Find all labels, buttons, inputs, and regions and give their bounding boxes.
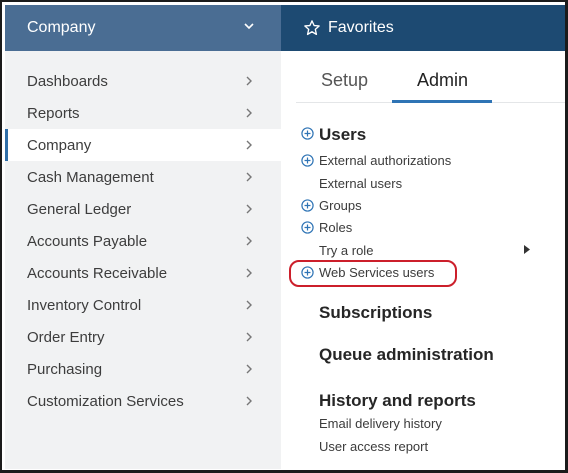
company-menu-title: Company bbox=[27, 19, 96, 36]
history-and-reports-heading[interactable]: History and reports bbox=[319, 391, 476, 411]
menu-item-label: Company bbox=[27, 136, 92, 154]
chevron-right-icon bbox=[246, 332, 252, 342]
app-window: Company Dashboards Reports Company Cash … bbox=[0, 0, 568, 473]
menu-item-reports[interactable]: Reports bbox=[5, 97, 281, 129]
plus-circle-icon[interactable] bbox=[301, 127, 314, 140]
favorites-title: Favorites bbox=[328, 19, 394, 36]
link-roles[interactable]: Roles bbox=[319, 220, 352, 235]
link-user-access-report[interactable]: User access report bbox=[319, 439, 428, 454]
link-groups[interactable]: Groups bbox=[319, 198, 362, 213]
tab-setup[interactable]: Setup bbox=[321, 70, 368, 91]
queue-administration-heading[interactable]: Queue administration bbox=[319, 345, 494, 365]
plus-circle-icon[interactable] bbox=[301, 199, 314, 212]
menu-item-label: Customization Services bbox=[27, 392, 184, 410]
chevron-right-icon bbox=[246, 76, 252, 86]
menu-item-label: Inventory Control bbox=[27, 296, 142, 314]
chevron-right-icon bbox=[246, 236, 252, 246]
menu-item-label: Order Entry bbox=[27, 328, 105, 346]
right-content-panel: Favorites Setup Admin Users External aut… bbox=[281, 5, 565, 469]
menu-item-label: Accounts Payable bbox=[27, 232, 148, 250]
menu-item-accounts-receivable[interactable]: Accounts Receivable bbox=[5, 257, 281, 289]
menu-item-label: Reports bbox=[27, 104, 80, 122]
chevron-right-icon bbox=[246, 204, 252, 214]
menu-item-label: Cash Management bbox=[27, 168, 154, 186]
active-tab-indicator bbox=[392, 100, 492, 103]
chevron-right-icon bbox=[246, 172, 252, 182]
menu-item-order-entry[interactable]: Order Entry bbox=[5, 321, 281, 353]
users-heading[interactable]: Users bbox=[319, 125, 366, 145]
menu-item-label: Dashboards bbox=[27, 72, 108, 90]
menu-item-dashboards[interactable]: Dashboards bbox=[5, 65, 281, 97]
tab-bar: Setup Admin bbox=[296, 51, 565, 103]
chevron-down-icon[interactable] bbox=[241, 18, 257, 34]
tab-admin[interactable]: Admin bbox=[417, 70, 468, 91]
star-icon[interactable] bbox=[303, 19, 321, 37]
favorites-header[interactable]: Favorites bbox=[281, 5, 565, 51]
chevron-right-icon bbox=[246, 140, 252, 150]
menu-item-purchasing[interactable]: Purchasing bbox=[5, 353, 281, 385]
plus-circle-icon[interactable] bbox=[301, 266, 314, 279]
link-try-a-role[interactable]: Try a role bbox=[319, 243, 373, 258]
link-external-authorizations[interactable]: External authorizations bbox=[319, 153, 451, 168]
chevron-right-icon bbox=[246, 396, 252, 406]
menu-item-cash-management[interactable]: Cash Management bbox=[5, 161, 281, 193]
plus-circle-icon[interactable] bbox=[301, 154, 314, 167]
link-email-delivery-history[interactable]: Email delivery history bbox=[319, 416, 442, 431]
triangle-right-icon[interactable] bbox=[524, 245, 530, 254]
menu-item-general-ledger[interactable]: General Ledger bbox=[5, 193, 281, 225]
link-external-users[interactable]: External users bbox=[319, 176, 402, 191]
menu-item-label: Purchasing bbox=[27, 360, 103, 378]
plus-circle-icon[interactable] bbox=[301, 221, 314, 234]
menu-item-label: General Ledger bbox=[27, 200, 132, 218]
company-menu-list: Dashboards Reports Company Cash Manageme… bbox=[5, 65, 281, 417]
chevron-right-icon bbox=[246, 364, 252, 374]
menu-item-customization-services[interactable]: Customization Services bbox=[5, 385, 281, 417]
left-nav-panel: Company Dashboards Reports Company Cash … bbox=[5, 5, 281, 469]
chevron-right-icon bbox=[246, 108, 252, 118]
menu-item-label: Accounts Receivable bbox=[27, 264, 168, 282]
menu-item-accounts-payable[interactable]: Accounts Payable bbox=[5, 225, 281, 257]
company-menu-header[interactable]: Company bbox=[5, 5, 281, 51]
subscriptions-heading[interactable]: Subscriptions bbox=[319, 303, 432, 323]
menu-item-inventory-control[interactable]: Inventory Control bbox=[5, 289, 281, 321]
chevron-right-icon bbox=[246, 268, 252, 278]
chevron-right-icon bbox=[246, 300, 252, 310]
link-web-services-users[interactable]: Web Services users bbox=[319, 265, 434, 280]
menu-item-company[interactable]: Company bbox=[5, 129, 281, 161]
